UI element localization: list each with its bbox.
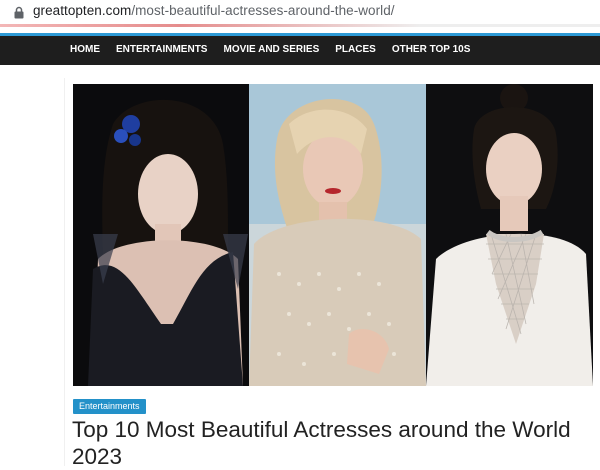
featured-image-panel-1 <box>73 84 249 386</box>
url-text[interactable]: greattopten.com/most-beautiful-actresses… <box>33 3 395 18</box>
nav-item-home[interactable]: HOME <box>70 44 100 55</box>
site-nav: HOME ENTERTAINMENTS MOVIE AND SERIES PLA… <box>0 33 600 65</box>
url-domain: greattopten.com <box>33 3 132 18</box>
page-load-progress <box>0 24 600 27</box>
featured-image-panel-2 <box>249 84 426 386</box>
nav-item-movie-and-series[interactable]: MOVIE AND SERIES <box>223 44 319 55</box>
article-title[interactable]: Top 10 Most Beautiful Actresses around t… <box>72 416 600 470</box>
nav-item-places[interactable]: PLACES <box>335 44 376 55</box>
featured-image[interactable] <box>73 84 593 386</box>
nav-item-other-top-10s[interactable]: OTHER TOP 10S <box>392 44 471 55</box>
address-bar[interactable]: greattopten.com/most-beautiful-actresses… <box>0 0 600 24</box>
nav-item-entertainments[interactable]: ENTERTAINMENTS <box>116 44 207 55</box>
category-badge[interactable]: Entertainments <box>73 399 146 414</box>
lock-icon[interactable] <box>13 6 25 19</box>
url-path: /most-beautiful-actresses-around-the-wor… <box>131 3 395 18</box>
featured-image-panel-3 <box>426 84 593 386</box>
